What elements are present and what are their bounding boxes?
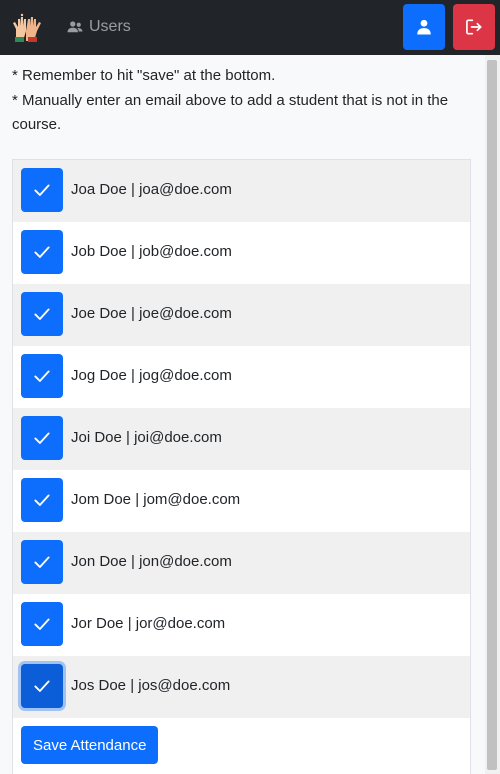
list-item[interactable]: Jon Doe | jon@doe.com bbox=[13, 532, 470, 594]
student-checkbox[interactable] bbox=[21, 292, 63, 336]
checkmark-icon bbox=[34, 432, 50, 444]
scrollbar-thumb[interactable] bbox=[487, 60, 497, 770]
checkmark-icon bbox=[34, 370, 50, 382]
student-checkbox[interactable] bbox=[21, 230, 63, 274]
list-item[interactable]: Joe Doe | joe@doe.com bbox=[13, 284, 470, 346]
student-label: Joe Doe | joe@doe.com bbox=[71, 305, 232, 322]
raised-hands-logo-icon[interactable] bbox=[10, 11, 42, 43]
note-save-reminder: * Remember to hit "save" at the bottom. bbox=[12, 67, 276, 84]
profile-button[interactable] bbox=[403, 4, 445, 50]
student-checkbox[interactable] bbox=[21, 416, 63, 460]
checkmark-icon bbox=[34, 680, 50, 692]
student-checkbox[interactable] bbox=[21, 540, 63, 584]
student-checkbox[interactable] bbox=[21, 602, 63, 646]
list-item[interactable]: Jom Doe | jom@doe.com bbox=[13, 470, 470, 532]
nav-users-link[interactable]: Users bbox=[66, 16, 131, 38]
student-checkbox[interactable] bbox=[21, 354, 63, 398]
list-item[interactable]: Jos Doe | jos@doe.com bbox=[13, 656, 470, 718]
list-item[interactable]: Joa Doe | joa@doe.com bbox=[13, 160, 470, 222]
nav-users-label: Users bbox=[89, 18, 131, 35]
student-label: Jon Doe | jon@doe.com bbox=[71, 553, 232, 570]
checkmark-icon bbox=[34, 246, 50, 258]
student-checklist: Joa Doe | joa@doe.com Job Doe | job@doe.… bbox=[12, 159, 471, 774]
list-item[interactable]: Joi Doe | joi@doe.com bbox=[13, 408, 470, 470]
logout-button[interactable] bbox=[453, 4, 495, 50]
checkmark-icon bbox=[34, 494, 50, 506]
student-label: Jos Doe | jos@doe.com bbox=[71, 677, 231, 694]
note-manual-email: * Manually enter an email above to add a… bbox=[12, 91, 449, 134]
student-label: Jog Doe | jog@doe.com bbox=[71, 367, 232, 384]
people-icon bbox=[67, 21, 83, 33]
list-item[interactable]: Jor Doe | jor@doe.com bbox=[13, 594, 470, 656]
list-item[interactable]: Jog Doe | jog@doe.com bbox=[13, 346, 470, 408]
list-item[interactable]: Job Doe | job@doe.com bbox=[13, 222, 470, 284]
attendance-notes: * Remember to hit "save" at the bottom. … bbox=[12, 64, 482, 138]
student-label: Jom Doe | jom@doe.com bbox=[71, 491, 241, 508]
checkmark-icon bbox=[34, 308, 50, 320]
checkmark-icon bbox=[34, 618, 50, 630]
checkmark-icon bbox=[34, 556, 50, 568]
student-label: Jor Doe | jor@doe.com bbox=[71, 615, 226, 632]
student-checkbox-focused[interactable] bbox=[21, 664, 63, 708]
top-navbar: Users bbox=[0, 0, 500, 55]
save-attendance-button[interactable]: Save Attendance bbox=[21, 726, 159, 764]
student-checkbox[interactable] bbox=[21, 168, 63, 212]
student-label: Job Doe | job@doe.com bbox=[71, 243, 232, 260]
person-icon bbox=[417, 19, 431, 35]
student-checkbox[interactable] bbox=[21, 478, 63, 522]
logout-icon bbox=[466, 19, 482, 35]
checkmark-icon bbox=[34, 184, 50, 196]
student-label: Joa Doe | joa@doe.com bbox=[71, 181, 232, 198]
scroll-clip bbox=[0, 55, 485, 63]
student-label: Joi Doe | joi@doe.com bbox=[71, 429, 222, 446]
